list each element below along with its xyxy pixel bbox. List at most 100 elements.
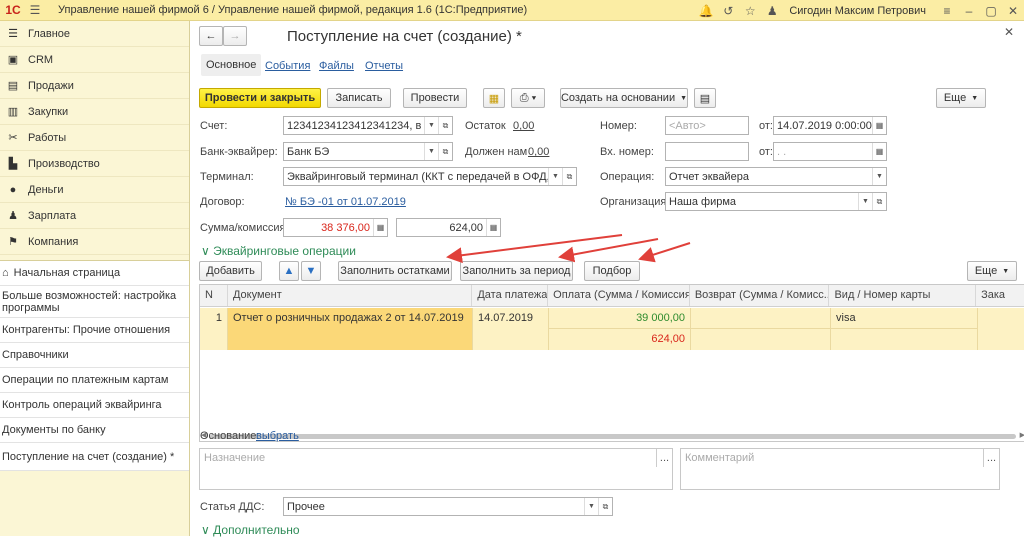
sidebar-item-works[interactable]: ✂ Работы xyxy=(0,125,189,151)
chevron-down-icon[interactable]: ▼ xyxy=(424,117,438,134)
chevron-down-icon[interactable]: ▼ xyxy=(424,143,438,160)
sidebar-item-crm[interactable]: ▣ CRM xyxy=(0,47,189,73)
sidebar-item-sales[interactable]: ▤ Продажи xyxy=(0,73,189,99)
open-window-catalogs[interactable]: Справочники xyxy=(0,343,189,368)
menu-icon[interactable]: ☰ xyxy=(26,3,44,17)
extra-section-header[interactable]: ∨ Дополнительно xyxy=(201,523,300,537)
save-button[interactable]: Записать xyxy=(327,88,391,108)
close-icon[interactable]: ✕ xyxy=(1002,4,1024,18)
terminal-field[interactable]: Эквайринговый терминал (ККТ с передачей … xyxy=(283,167,577,186)
pick-button[interactable]: Подбор xyxy=(584,261,640,281)
more-icon[interactable]: ... xyxy=(983,449,999,467)
calculator-icon[interactable]: ▦ xyxy=(486,219,500,236)
column-n[interactable]: N xyxy=(200,285,228,306)
scroll-right-icon[interactable]: ▶ xyxy=(1020,431,1024,439)
operation-field[interactable]: Отчет эквайера ▼ xyxy=(665,167,887,186)
cell-return[interactable] xyxy=(691,308,831,350)
minimize-icon[interactable]: – xyxy=(958,4,980,18)
fill-period-button[interactable]: Заполнить за период xyxy=(460,261,573,281)
open-icon[interactable]: ⧉ xyxy=(872,193,886,210)
column-return[interactable]: Возврат (Сумма / Комисс... xyxy=(690,285,830,306)
fill-balances-button[interactable]: Заполнить остатками xyxy=(338,261,452,281)
open-window-bank-documents[interactable]: Документы по банку xyxy=(0,418,189,443)
owe-value[interactable]: 0,00 xyxy=(528,146,549,158)
create-based-on-button[interactable]: Создать на основании ▼ xyxy=(560,88,688,108)
sidebar-item-money[interactable]: ● Деньги xyxy=(0,177,189,203)
more-icon[interactable]: ... xyxy=(656,449,672,467)
calendar-icon[interactable]: ▦ xyxy=(872,143,886,160)
cell-card[interactable]: visa xyxy=(831,308,978,350)
chevron-down-icon[interactable]: ▼ xyxy=(548,168,562,185)
acquiring-section-header[interactable]: ∨ Эквайринговые операции xyxy=(201,244,356,258)
star-icon[interactable]: ☆ xyxy=(739,4,761,18)
column-document[interactable]: Документ xyxy=(228,285,473,306)
cell-order[interactable] xyxy=(978,308,1024,350)
open-icon[interactable]: ⧉ xyxy=(438,143,452,160)
close-form-icon[interactable]: ✕ xyxy=(1004,25,1014,39)
account-field[interactable]: 12341234123412341234, в СИБ▼⧉ xyxy=(283,116,453,135)
number-field[interactable]: <Авто> xyxy=(665,116,749,135)
open-window-acquiring-control[interactable]: Контроль операций эквайринга xyxy=(0,393,189,418)
in-number-field[interactable] xyxy=(665,142,749,161)
open-icon[interactable]: ⧉ xyxy=(562,168,576,185)
bank-field[interactable]: Банк БЭ ▼ ⧉ xyxy=(283,142,453,161)
post-button[interactable]: Провести xyxy=(403,88,467,108)
tab-main[interactable]: Основное xyxy=(201,54,262,76)
chevron-down-icon[interactable]: ▼ xyxy=(584,498,598,515)
settings-menu-icon[interactable]: ≡ xyxy=(936,4,958,18)
post-and-close-button[interactable]: Провести и закрыть xyxy=(199,88,321,108)
sidebar-item-company[interactable]: ⚑ Компания xyxy=(0,229,189,255)
cell-pay-date[interactable]: 14.07.2019 xyxy=(473,308,549,350)
date-field[interactable]: 14.07.2019 0:00:00 ▦ xyxy=(773,116,887,135)
structure-button[interactable]: ▦ xyxy=(483,88,505,108)
tab-events[interactable]: События xyxy=(265,60,310,72)
open-window-home[interactable]: ⌂ Начальная страница xyxy=(0,261,189,286)
balance-value[interactable]: 0,00 xyxy=(513,120,534,132)
horizontal-scrollbar[interactable]: ◀ ▶ xyxy=(200,431,1024,441)
history-icon[interactable]: ↺ xyxy=(717,4,739,18)
sidebar-item-purchases[interactable]: ▥ Закупки xyxy=(0,99,189,125)
move-down-button[interactable]: ▼ xyxy=(301,261,321,281)
open-window-counterparties[interactable]: Контрагенты: Прочие отношения xyxy=(0,318,189,343)
comment-field[interactable]: Комментарий... xyxy=(680,448,1000,490)
calculator-icon[interactable]: ▦ xyxy=(373,219,387,236)
chevron-down-icon[interactable]: ▼ xyxy=(872,168,886,185)
column-card[interactable]: Вид / Номер карты xyxy=(829,285,977,306)
commission-field[interactable]: 624,00 ▦ xyxy=(396,218,501,237)
chevron-down-icon[interactable]: ▼ xyxy=(858,193,872,210)
add-row-button[interactable]: Добавить xyxy=(199,261,262,281)
print-button[interactable]: ⎙ ▾ xyxy=(511,88,545,108)
column-payment[interactable]: Оплата (Сумма / Комиссия) xyxy=(548,285,690,306)
sidebar-item-production[interactable]: ▙ Производство xyxy=(0,151,189,177)
cell-document[interactable]: Отчет о розничных продажах 2 от 14.07.20… xyxy=(228,308,473,350)
sidebar-item-main[interactable]: ☰ Главное xyxy=(0,21,189,47)
table-row[interactable]: 1 Отчет о розничных продажах 2 от 14.07.… xyxy=(200,308,1024,350)
column-order[interactable]: Зака xyxy=(976,285,1024,306)
open-window-card-operations[interactable]: Операции по платежным картам xyxy=(0,368,189,393)
contract-link[interactable]: № БЭ -01 от 01.07.2019 xyxy=(285,196,406,208)
cell-payment[interactable]: 39 000,00 624,00 xyxy=(549,308,691,350)
dds-field[interactable]: Прочее ▼ ⧉ xyxy=(283,497,613,516)
bell-icon[interactable]: 🔔 xyxy=(695,4,717,18)
open-window-receipt-create[interactable]: Поступление на счет (создание) * xyxy=(0,443,189,471)
sum-field[interactable]: 38 376,00 ▦ xyxy=(283,218,388,237)
table-more-button[interactable]: Еще ▼ xyxy=(967,261,1017,281)
report-button[interactable]: ▤ xyxy=(694,88,716,108)
user-name[interactable]: Сигодин Максим Петрович xyxy=(789,5,926,17)
scrollbar-thumb[interactable] xyxy=(210,434,1016,439)
more-button[interactable]: Еще ▼ xyxy=(936,88,986,108)
open-icon[interactable]: ⧉ xyxy=(598,498,612,515)
maximize-icon[interactable]: ▢ xyxy=(980,4,1002,18)
back-button[interactable]: ← xyxy=(199,26,223,46)
purpose-field[interactable]: Назначение... xyxy=(199,448,673,490)
basis-link[interactable]: выбрать xyxy=(256,430,299,442)
move-up-button[interactable]: ▲ xyxy=(279,261,299,281)
open-window-more-features[interactable]: Больше возможностей: настройка программы xyxy=(0,286,189,318)
in-date-field[interactable]: . . ▦ xyxy=(773,142,887,161)
open-icon[interactable]: ⧉ xyxy=(438,117,452,134)
forward-button[interactable]: → xyxy=(223,26,247,46)
calendar-icon[interactable]: ▦ xyxy=(872,117,886,134)
column-pay-date[interactable]: Дата платежа xyxy=(472,285,549,306)
tab-files[interactable]: Файлы xyxy=(319,60,354,72)
organization-field[interactable]: Наша фирма ▼ ⧉ xyxy=(665,192,887,211)
